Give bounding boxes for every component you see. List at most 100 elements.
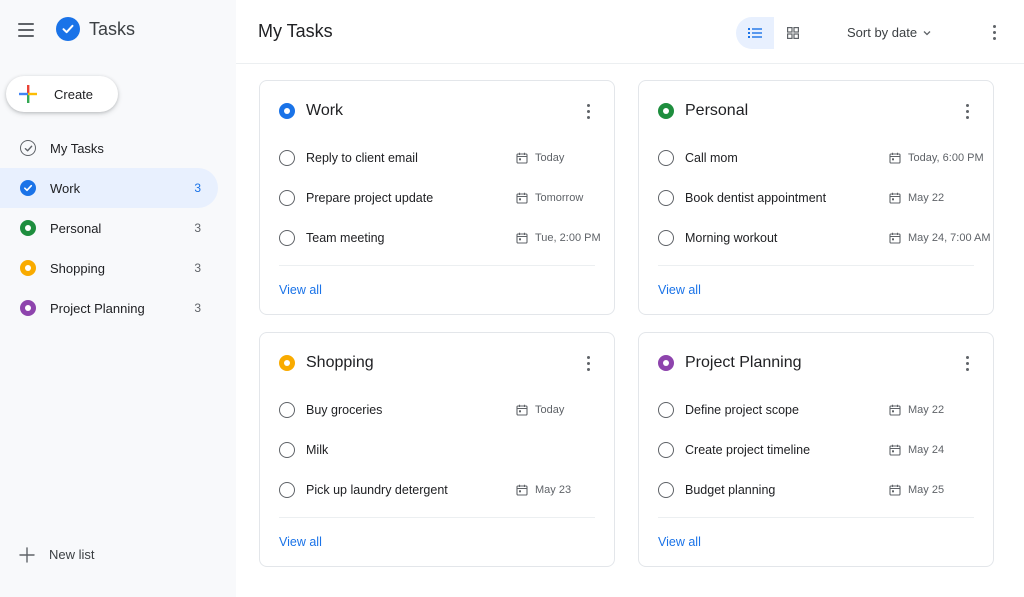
- create-button[interactable]: Create: [6, 76, 118, 112]
- task-checkbox[interactable]: [279, 402, 295, 418]
- sidebar-item-count: 3: [194, 221, 201, 235]
- task-due-date: May 23: [516, 484, 571, 496]
- task-row: Reply to client email Today: [279, 143, 597, 173]
- task-date-text: Today: [535, 404, 565, 416]
- task-checkbox[interactable]: [658, 402, 674, 418]
- sidebar-item-count: 3: [194, 181, 201, 195]
- task-due-date: May 22: [889, 404, 944, 416]
- task-checkbox[interactable]: [658, 190, 674, 206]
- sidebar-item-personal[interactable]: Personal 3: [0, 208, 218, 248]
- new-list-button[interactable]: New list: [0, 538, 236, 572]
- sidebar-item-project-planning[interactable]: Project Planning 3: [0, 288, 218, 328]
- sidebar-item-label: My Tasks: [50, 141, 104, 156]
- page-title: My Tasks: [258, 21, 333, 41]
- task-checkbox[interactable]: [658, 150, 674, 166]
- more-options-icon[interactable]: [961, 354, 973, 372]
- sort-dropdown[interactable]: Sort by date: [847, 25, 931, 40]
- task-row: Buy groceries Today: [279, 395, 597, 425]
- task-label[interactable]: Morning workout: [685, 231, 777, 245]
- sidebar-item-label: Personal: [50, 221, 102, 236]
- card-title: Personal: [685, 102, 749, 119]
- list-color-dot-icon: [279, 103, 295, 119]
- task-due-date: Today, 6:00 PM: [889, 152, 984, 164]
- chevron-down-icon: [923, 30, 931, 35]
- calendar-icon: [516, 152, 528, 164]
- sidebar-item-shopping[interactable]: Shopping 3: [0, 248, 218, 288]
- divider: [658, 517, 974, 518]
- more-options-icon[interactable]: [582, 102, 594, 120]
- more-options-icon[interactable]: [582, 354, 594, 372]
- task-label[interactable]: Book dentist appointment: [685, 191, 826, 205]
- task-lists-nav: My Tasks Work 3 Personal 3 Shopping 3 Pr…: [0, 128, 236, 328]
- task-checkbox[interactable]: [279, 442, 295, 458]
- calendar-icon: [889, 404, 901, 416]
- task-date-text: May 22: [908, 404, 945, 416]
- task-row: Budget planning May 25: [658, 475, 976, 505]
- create-button-label: Create: [54, 87, 94, 102]
- task-checkbox[interactable]: [279, 482, 295, 498]
- task-due-date: May 24, 7:00 AM: [889, 232, 991, 244]
- app-title: Tasks: [89, 19, 136, 39]
- task-label[interactable]: Budget planning: [685, 483, 775, 497]
- task-checkbox[interactable]: [658, 230, 674, 246]
- task-due-date: May 22: [889, 192, 944, 204]
- grid-view-button[interactable]: [774, 17, 812, 49]
- task-checkbox[interactable]: [279, 190, 295, 206]
- calendar-icon: [516, 404, 528, 416]
- task-label[interactable]: Buy groceries: [306, 403, 382, 417]
- sidebar-item-my-tasks[interactable]: My Tasks: [0, 128, 218, 168]
- sidebar-item-label: Work: [50, 181, 81, 196]
- task-date-text: May 23: [535, 484, 572, 496]
- calendar-icon: [889, 444, 901, 456]
- view-all-link[interactable]: View all: [279, 535, 322, 549]
- view-all-link[interactable]: View all: [658, 535, 701, 549]
- calendar-icon: [889, 232, 901, 244]
- plus-icon: [19, 547, 35, 563]
- divider: [658, 265, 974, 266]
- task-checkbox[interactable]: [279, 230, 295, 246]
- sidebar-item-count: 3: [194, 261, 201, 275]
- more-options-icon[interactable]: [986, 22, 1002, 42]
- task-date-text: Tomorrow: [535, 192, 584, 204]
- task-label[interactable]: Reply to client email: [306, 151, 418, 165]
- card-title: Shopping: [306, 354, 374, 371]
- view-all-link[interactable]: View all: [658, 283, 701, 297]
- divider: [279, 517, 595, 518]
- task-row: Prepare project update Tomorrow: [279, 183, 597, 213]
- list-color-dot-icon: [20, 300, 36, 316]
- task-label[interactable]: Define project scope: [685, 403, 799, 417]
- task-date-text: May 24, 7:00 AM: [908, 232, 991, 244]
- top-header: My Tasks Sort by date: [236, 0, 1024, 64]
- task-date-text: May 22: [908, 192, 945, 204]
- list-view-icon: [748, 28, 762, 38]
- task-row: Book dentist appointment May 22: [658, 183, 976, 213]
- list-view-button[interactable]: [736, 17, 774, 49]
- list-color-dot-icon: [20, 260, 36, 276]
- task-label[interactable]: Create project timeline: [685, 443, 810, 457]
- task-due-date: Tue, 2:00 PM: [516, 232, 601, 244]
- task-label[interactable]: Call mom: [685, 151, 738, 165]
- calendar-icon: [889, 484, 901, 496]
- card-title: Work: [306, 102, 344, 119]
- task-label[interactable]: Team meeting: [306, 231, 385, 245]
- task-checkbox[interactable]: [279, 150, 295, 166]
- view-all-link[interactable]: View all: [279, 283, 322, 297]
- task-label[interactable]: Prepare project update: [306, 191, 433, 205]
- more-options-icon[interactable]: [961, 102, 973, 120]
- task-due-date: Today: [516, 404, 564, 416]
- task-date-text: Today: [535, 152, 565, 164]
- calendar-icon: [516, 232, 528, 244]
- task-row: Team meeting Tue, 2:00 PM: [279, 223, 601, 253]
- task-label[interactable]: Milk: [306, 443, 328, 457]
- task-checkbox[interactable]: [658, 442, 674, 458]
- sidebar-item-work[interactable]: Work 3: [0, 168, 218, 208]
- tasks-logo-icon: [56, 17, 80, 41]
- task-checkbox[interactable]: [658, 482, 674, 498]
- view-mode-toggle: [736, 17, 812, 49]
- task-list-card-personal: Personal Call mom Today, 6:00 PM Book de…: [638, 80, 994, 315]
- main-menu-icon[interactable]: [18, 20, 38, 40]
- task-due-date: Tomorrow: [516, 192, 583, 204]
- check-circle-icon: [20, 180, 36, 196]
- task-due-date: May 25: [889, 484, 944, 496]
- task-label[interactable]: Pick up laundry detergent: [306, 483, 448, 497]
